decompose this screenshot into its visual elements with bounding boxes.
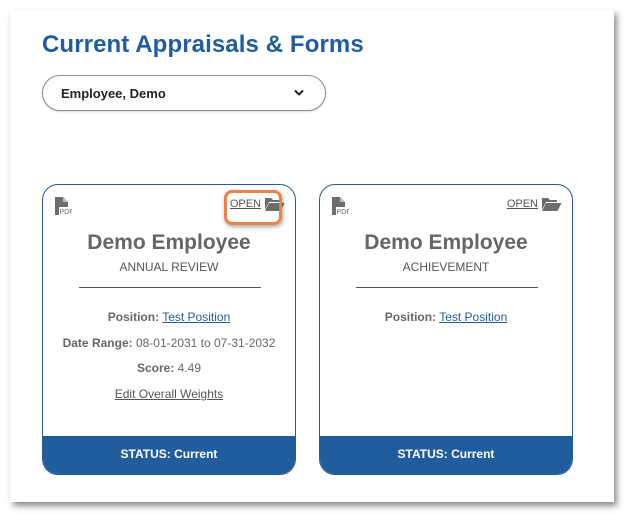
edit-weights-row: Edit Overall Weights [43,387,295,401]
position-link[interactable]: Test Position [439,310,507,324]
form-type: ANNUAL REVIEW [119,260,219,274]
divider [79,287,261,288]
page-title: Current Appraisals & Forms [42,31,364,58]
folder-open-icon [265,198,285,211]
score-row: Score: 4.49 [43,361,295,375]
svg-text:PDF: PDF [60,209,73,216]
position-link[interactable]: Test Position [162,310,230,324]
open-label: OPEN [506,198,538,210]
appraisal-card-achievement: PDF OPEN Demo Employee ACHIEVEMENT Posit… [319,184,573,475]
date-range-value: 08-01-2031 to 07-31-2032 [135,336,276,350]
status-bar: STATUS: Current [43,436,295,474]
position-label: Position: [384,310,437,324]
employee-select[interactable]: Employee, Demo [42,75,326,111]
appraisals-page: Current Appraisals & Forms Employee, Dem… [10,10,614,502]
open-form-link[interactable]: OPEN [507,196,562,212]
appraisal-card-annual-review: PDF OPEN Demo Employee ANNUAL REVIEW Pos… [42,184,296,475]
employee-name: Demo Employee [364,231,528,254]
score-value: 4.49 [177,361,202,375]
folder-open-icon [542,198,562,211]
divider [356,287,538,288]
date-range-row: Date Range: 08-01-2031 to 07-31-2032 [43,336,295,350]
pdf-file-icon[interactable]: PDF [331,196,349,216]
employee-name: Demo Employee [87,231,251,254]
svg-text:PDF: PDF [337,209,350,216]
open-label: OPEN [229,198,261,210]
edit-overall-weights-link[interactable]: Edit Overall Weights [115,387,224,401]
open-form-link[interactable]: OPEN [230,196,285,212]
status-bar: STATUS: Current [320,436,572,474]
date-range-label: Date Range: [62,336,133,350]
employee-select-value: Employee, Demo [61,86,166,101]
position-row: Position: Test Position [320,310,572,324]
form-type: ACHIEVEMENT [402,260,490,274]
position-label: Position: [107,310,160,324]
score-label: Score: [136,361,175,375]
position-row: Position: Test Position [43,310,295,324]
chevron-down-icon [294,90,304,96]
pdf-file-icon[interactable]: PDF [54,196,72,216]
